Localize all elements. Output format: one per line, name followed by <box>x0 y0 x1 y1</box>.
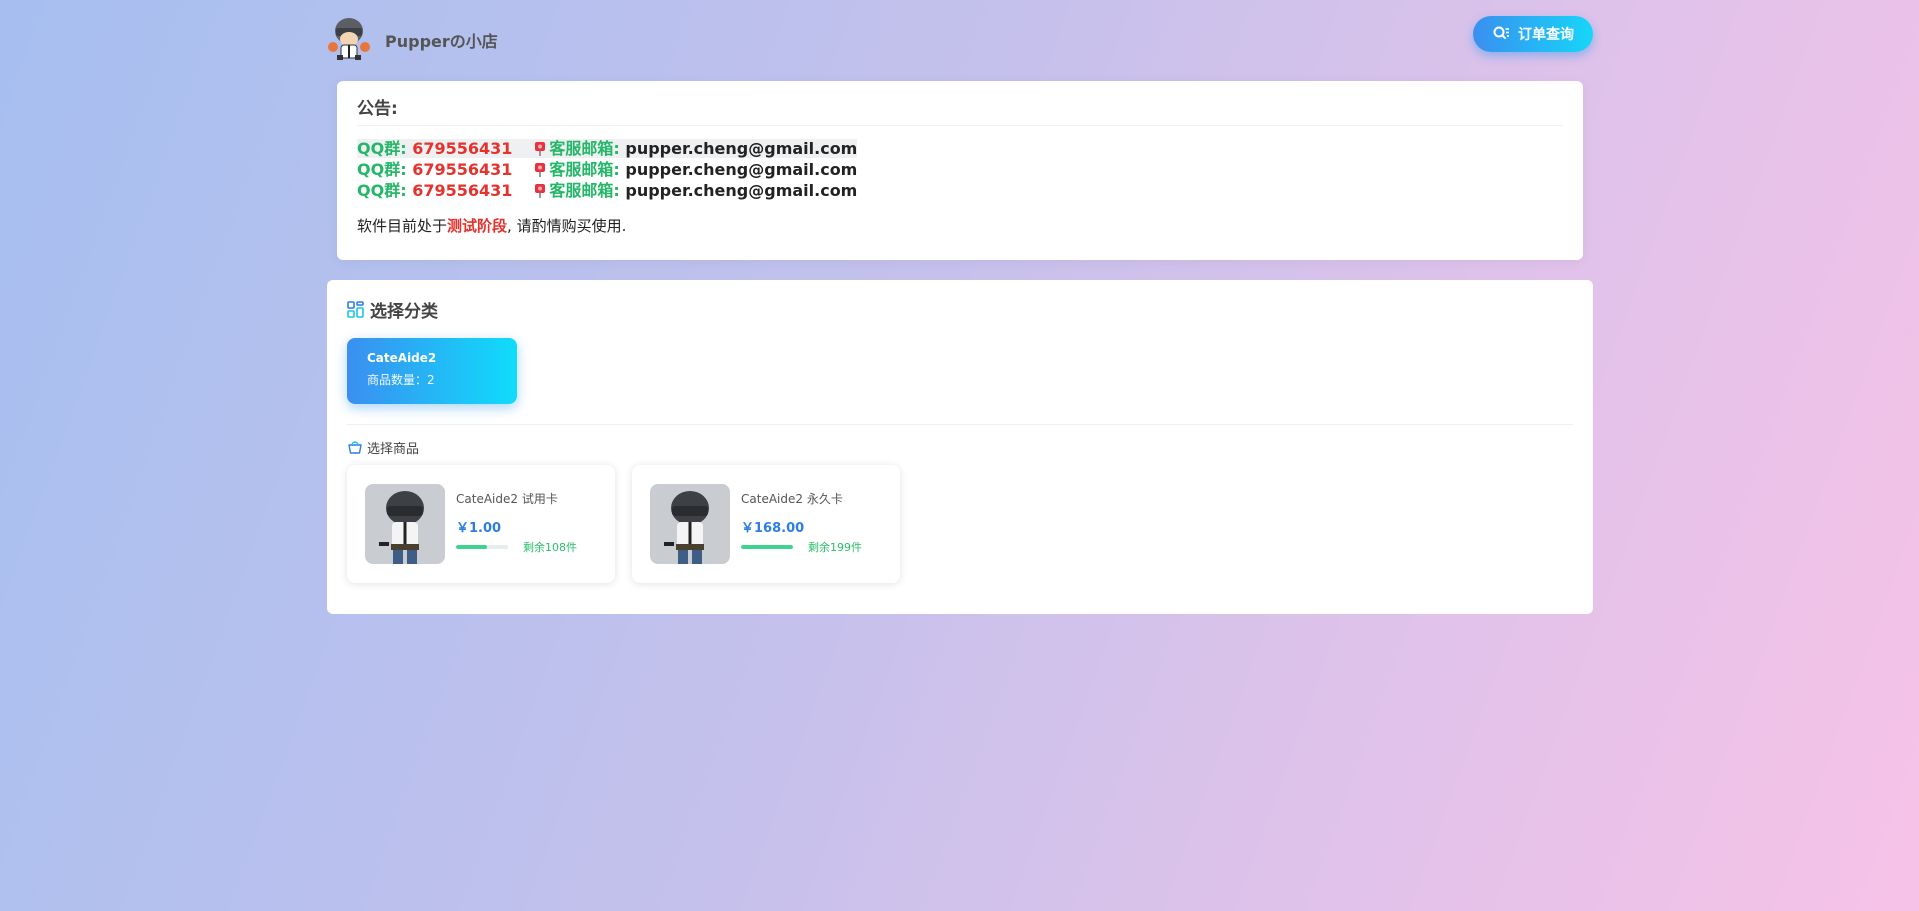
goods-card[interactable]: CateAide2 永久卡 ￥168.00 剩余199件 <box>632 465 900 583</box>
qq-label: QQ群: <box>357 181 407 200</box>
header: Pupperの小店 订单查询 <box>327 14 1593 64</box>
notice-title: 公告: <box>357 99 398 119</box>
beta-highlight: 测试阶段 <box>447 217 508 235</box>
product-image <box>365 484 445 564</box>
goods-section-title: 选择商品 <box>347 436 419 458</box>
stock-progress-bar <box>741 545 793 549</box>
beta-notice: 软件目前处于测试阶段, 请酌情购买使用. <box>357 215 1563 236</box>
qq-number: 679556431 <box>412 181 513 200</box>
mail-label: 客服邮箱: <box>549 160 620 179</box>
email-value: pupper.cheng@gmail.com <box>625 160 858 179</box>
category-name: CateAide2 <box>367 351 437 365</box>
beta-suffix: , 请酌情购买使用. <box>507 217 627 235</box>
shop-name: Pupperの小店 <box>385 32 498 51</box>
beta-prefix: 软件目前处于 <box>357 217 448 235</box>
red-pin-icon <box>534 140 546 156</box>
mail-label: 客服邮箱: <box>549 139 620 158</box>
contact-line: QQ群: 679556431 客服邮箱: pupper.cheng@gmail.c… <box>357 138 1563 159</box>
product-name: CateAide2 永久卡 <box>741 492 843 506</box>
qq-label: QQ群: <box>357 139 407 158</box>
notice-card: 公告: QQ群: 679556431 客服邮箱: pupper.cheng@gma… <box>337 81 1583 260</box>
category-section-title: 选择分类 <box>347 296 438 322</box>
product-price: ￥1.00 <box>456 521 502 536</box>
red-pin-icon <box>534 161 546 177</box>
order-query-button[interactable]: 订单查询 <box>1473 16 1593 52</box>
mail-label: 客服邮箱: <box>549 181 620 200</box>
shop-panel: 选择分类 CateAide2 商品数量：2 选择商品 CateAide2 试用卡… <box>327 280 1593 614</box>
section-divider <box>347 424 1573 425</box>
grid-icon <box>347 300 364 318</box>
product-image <box>650 484 730 564</box>
qq-number: 679556431 <box>412 139 513 158</box>
contact-line: QQ群: 679556431 客服邮箱: pupper.cheng@gmail.c… <box>357 180 1563 201</box>
email-value: pupper.cheng@gmail.com <box>625 139 858 158</box>
stock-progress-fill <box>741 545 793 549</box>
contact-line: QQ群: 679556431 客服邮箱: pupper.cheng@gmail.c… <box>357 159 1563 180</box>
stock-remaining: 剩余199件 <box>808 541 862 554</box>
search-list-icon <box>1493 26 1509 39</box>
product-name: CateAide2 试用卡 <box>456 492 558 506</box>
goods-card[interactable]: CateAide2 试用卡 ￥1.00 剩余108件 <box>347 465 615 583</box>
order-query-label: 订单查询 <box>1518 27 1574 43</box>
category-card[interactable]: CateAide2 商品数量：2 <box>347 338 517 404</box>
category-count: 商品数量：2 <box>367 373 435 387</box>
shop-logo[interactable] <box>327 14 371 60</box>
shopping-bag-icon <box>348 441 362 454</box>
notice-divider <box>357 125 1563 126</box>
goods-title-text: 选择商品 <box>367 441 420 457</box>
red-pin-icon <box>534 182 546 198</box>
email-value: pupper.cheng@gmail.com <box>625 181 858 200</box>
stock-remaining: 剩余108件 <box>523 541 577 554</box>
qq-label: QQ群: <box>357 160 407 179</box>
category-title-text: 选择分类 <box>370 301 438 322</box>
stock-progress-fill <box>456 545 488 549</box>
stock-progress-bar <box>456 545 508 549</box>
qq-number: 679556431 <box>412 160 513 179</box>
product-price: ￥168.00 <box>741 521 805 536</box>
